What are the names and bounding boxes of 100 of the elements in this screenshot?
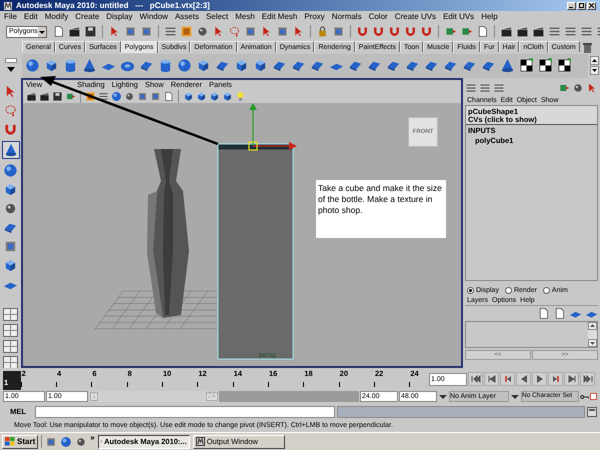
cube-icon[interactable] bbox=[234, 58, 249, 73]
shelf-menu-button[interactable] bbox=[5, 65, 17, 73]
checker-icon[interactable] bbox=[519, 58, 534, 73]
magnet-icon[interactable] bbox=[372, 25, 385, 38]
menu-item[interactable]: Window bbox=[140, 12, 168, 20]
close-button[interactable] bbox=[587, 2, 596, 10]
layout-icon[interactable] bbox=[3, 340, 18, 353]
menu-item[interactable]: Display bbox=[106, 12, 132, 20]
step-forward-frame-button[interactable] bbox=[548, 372, 563, 386]
page-icon[interactable] bbox=[553, 307, 566, 320]
caret-icon bbox=[38, 26, 46, 36]
menu-item[interactable]: Proxy bbox=[304, 12, 325, 20]
checker-icon[interactable] bbox=[557, 58, 572, 73]
page-icon[interactable] bbox=[537, 307, 550, 320]
ball-icon[interactable] bbox=[196, 25, 209, 38]
trash-icon[interactable] bbox=[583, 43, 592, 53]
cube-icon[interactable] bbox=[44, 58, 59, 73]
clapper-icon[interactable] bbox=[500, 25, 513, 38]
cube-icon[interactable] bbox=[196, 58, 211, 73]
overflow-chevron[interactable]: » bbox=[90, 434, 95, 442]
window-title: Autodesk Maya 2010: untitled --- pCube1.vtx[2:3] bbox=[16, 2, 210, 10]
step-forward-frame-icon bbox=[550, 374, 560, 384]
sphere-icon[interactable] bbox=[177, 58, 192, 73]
go-to-start-button[interactable] bbox=[468, 372, 483, 386]
clapper-icon[interactable] bbox=[516, 25, 529, 38]
script-editor-icon[interactable] bbox=[587, 406, 597, 416]
ball-icon[interactable] bbox=[75, 436, 88, 448]
go-to-end-button[interactable] bbox=[580, 372, 595, 386]
step-back-frame-button[interactable] bbox=[500, 372, 515, 386]
command-input-field[interactable] bbox=[35, 406, 335, 418]
cube-icon[interactable] bbox=[222, 91, 233, 102]
ball-icon[interactable] bbox=[572, 82, 584, 94]
lasso-icon[interactable] bbox=[3, 103, 18, 118]
cube-icon[interactable] bbox=[3, 182, 18, 197]
close-icon bbox=[589, 3, 594, 8]
cone-icon[interactable] bbox=[500, 58, 515, 73]
clapper-icon[interactable] bbox=[26, 91, 37, 102]
clapper-icon[interactable] bbox=[39, 91, 50, 102]
clapper-icon[interactable] bbox=[532, 25, 545, 38]
step-forward-key-icon bbox=[566, 374, 576, 384]
light-bulb-icon[interactable] bbox=[235, 91, 246, 102]
cube-icon[interactable] bbox=[209, 91, 220, 102]
play-forwards-button[interactable] bbox=[532, 372, 547, 386]
cube-icon[interactable] bbox=[183, 91, 194, 102]
step-forward-key-button[interactable] bbox=[564, 372, 579, 386]
sphere-icon[interactable] bbox=[60, 436, 72, 448]
maximize-button[interactable] bbox=[577, 2, 586, 10]
scroll-up-icon[interactable] bbox=[588, 322, 597, 330]
menu-item[interactable]: Modify bbox=[44, 12, 68, 20]
preferences-icon[interactable] bbox=[590, 392, 597, 401]
layout-icon[interactable] bbox=[3, 308, 18, 321]
menu-item[interactable]: Select bbox=[206, 12, 228, 20]
play-backwards-button[interactable] bbox=[516, 372, 531, 386]
go-to-end-icon bbox=[582, 374, 592, 384]
cube-icon[interactable] bbox=[253, 58, 268, 73]
magnet-icon[interactable] bbox=[420, 25, 433, 38]
ball-icon[interactable] bbox=[3, 201, 18, 216]
play-forwards-icon bbox=[534, 374, 544, 384]
up-arrow-icon bbox=[592, 59, 596, 62]
menu-item[interactable]: Edit Mesh bbox=[262, 12, 298, 20]
layout-icon[interactable] bbox=[3, 324, 18, 337]
magnet-icon[interactable] bbox=[404, 25, 417, 38]
menu-item[interactable]: Normals bbox=[332, 12, 362, 20]
cylinder-icon[interactable] bbox=[63, 58, 78, 73]
lasso-icon[interactable] bbox=[228, 25, 241, 38]
cylinder-icon[interactable] bbox=[158, 58, 173, 73]
menu-item[interactable]: Edit bbox=[24, 12, 38, 20]
menu-item[interactable]: Create UVs bbox=[394, 12, 436, 20]
cube-icon[interactable] bbox=[196, 91, 207, 102]
layout-icon[interactable] bbox=[3, 356, 18, 369]
sphere-icon[interactable] bbox=[3, 163, 18, 178]
start-button[interactable]: Start bbox=[2, 434, 38, 448]
magnet-icon[interactable] bbox=[3, 122, 18, 137]
key-icon[interactable] bbox=[580, 392, 590, 400]
clapper-icon[interactable] bbox=[68, 25, 81, 38]
step-back-key-button[interactable] bbox=[484, 372, 499, 386]
shelf-scroll-up-button[interactable] bbox=[590, 56, 598, 65]
menu-item[interactable]: Color bbox=[368, 12, 388, 20]
minimize-button[interactable] bbox=[567, 2, 576, 10]
menu-item[interactable]: Create bbox=[75, 12, 100, 20]
menu-item[interactable]: Assets bbox=[174, 12, 199, 20]
maya-logo-icon bbox=[4, 2, 12, 10]
shelf-scroll-down-button[interactable] bbox=[590, 66, 598, 75]
sphere-icon[interactable] bbox=[25, 58, 40, 73]
play-backwards-icon bbox=[518, 374, 528, 384]
menu-item[interactable]: Help bbox=[481, 12, 498, 20]
cone-icon[interactable] bbox=[82, 58, 97, 73]
menu-item[interactable]: File bbox=[4, 12, 17, 20]
arrow-cursor-icon[interactable] bbox=[586, 82, 598, 94]
scroll-down-icon[interactable] bbox=[588, 339, 597, 347]
menu-item[interactable]: Edit UVs bbox=[443, 12, 474, 20]
cube-icon[interactable] bbox=[3, 258, 18, 273]
checker-icon[interactable] bbox=[538, 58, 553, 73]
menu-item[interactable]: Mesh bbox=[235, 12, 255, 20]
windows-flag-icon bbox=[5, 437, 15, 446]
cube-with-move-manipulator-drawing[interactable] bbox=[218, 103, 297, 360]
magnet-icon[interactable] bbox=[388, 25, 401, 38]
ball-icon[interactable] bbox=[124, 91, 135, 102]
maximize-icon bbox=[579, 3, 584, 8]
magnet-icon[interactable] bbox=[356, 25, 369, 38]
